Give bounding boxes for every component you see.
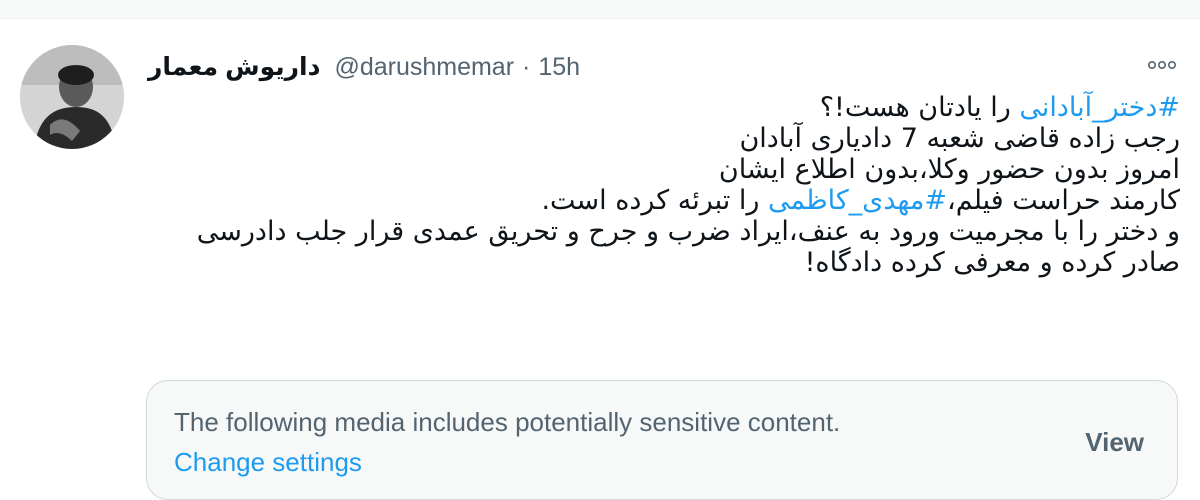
hashtag-link[interactable]: #دختر_آبادانی [1019, 92, 1180, 123]
hashtag-link[interactable]: #مهدی_کاظمی [768, 185, 947, 216]
separator-dot: · [522, 52, 531, 81]
change-settings-link[interactable]: Change settings [174, 447, 362, 478]
tweet-line: صادر کرده و معرفی کرده دادگاه! [804, 247, 1180, 278]
tweet-line: امروز بدون حضور وکلا،بدون اطلاع ایشان [718, 154, 1180, 185]
more-horizontal-icon[interactable] [1142, 48, 1182, 82]
tweet-line: رجب زاده قاضی شعبه 7 دادیاری آبادان [739, 123, 1180, 154]
warning-message: The following media includes potentially… [174, 407, 841, 437]
timestamp[interactable]: 15h [538, 53, 580, 82]
avatar[interactable] [20, 45, 124, 149]
user-handle[interactable]: @darushmemar [334, 53, 514, 82]
profile-photo [20, 45, 124, 149]
sensitive-media-warning: The following media includes potentially… [146, 380, 1178, 500]
tweet-line-text: کارمند حراست فیلم، [947, 185, 1180, 216]
view-button[interactable]: View [1085, 427, 1144, 458]
tweet-line-text: را تبرئه کرده است. [541, 185, 768, 216]
tweet-line-text: را یادتان هست!؟ [819, 92, 1020, 123]
display-name[interactable]: داریوش معمار [148, 52, 320, 82]
tweet-header: داریوش معمار @darushmemar · 15h [148, 50, 580, 84]
tweet-line: کارمند حراست فیلم،#مهدی_کاظمی را تبرئه ک… [140, 185, 1180, 216]
tweet-line: #دختر_آبادانی را یادتان هست!؟ [140, 92, 1180, 123]
tweet-line: و دختر را با مجرمیت ورود به عنف،ایراد ضر… [196, 216, 1180, 247]
top-divider [0, 0, 1200, 19]
tweet-text: #دختر_آبادانی را یادتان هست!؟ رجب زاده ق… [140, 92, 1180, 278]
